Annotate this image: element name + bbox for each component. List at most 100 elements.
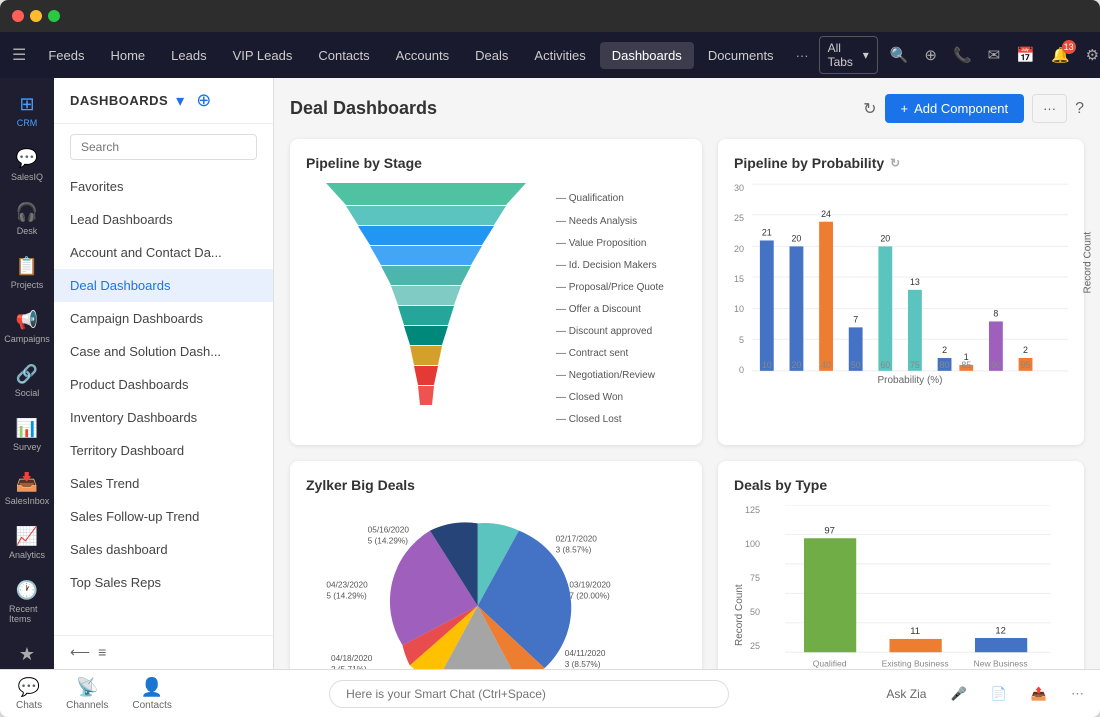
deals-type-chart: Record Count 1251007550250 bbox=[734, 505, 1068, 669]
svg-text:7 (20.00%): 7 (20.00%) bbox=[569, 592, 610, 601]
add-component-button[interactable]: + Add Component bbox=[885, 94, 1025, 123]
search-button[interactable]: 🔍 bbox=[886, 42, 913, 68]
search-input[interactable] bbox=[70, 134, 257, 160]
nav-deals[interactable]: Deals bbox=[463, 42, 520, 69]
nav-sidebar-header: DASHBOARDS ▾ ⊕ bbox=[54, 78, 273, 124]
channels-icon: 📡 bbox=[76, 677, 98, 698]
all-tabs-button[interactable]: All Tabs ▾ bbox=[819, 36, 878, 74]
add-button[interactable]: ⊕ bbox=[920, 42, 941, 68]
sidebar-item-campaigns[interactable]: 📢 Campaigns bbox=[3, 302, 51, 352]
deals-by-type-title: Deals by Type bbox=[734, 477, 1068, 493]
nav-sidebar-inventory[interactable]: Inventory Dashboards bbox=[54, 401, 273, 434]
calendar-button[interactable]: 📅 bbox=[1012, 42, 1039, 68]
smart-chat-input[interactable] bbox=[329, 680, 729, 708]
nav-sidebar-territory[interactable]: Territory Dashboard bbox=[54, 434, 273, 467]
list-view-icon[interactable]: ≡ bbox=[98, 644, 106, 661]
sidebar-item-projects[interactable]: 📋 Projects bbox=[3, 248, 51, 298]
nav-documents[interactable]: Documents bbox=[696, 42, 786, 69]
dashboard-grid: Pipeline by Stage bbox=[290, 139, 1084, 669]
svg-text:04/11/2020: 04/11/2020 bbox=[565, 649, 606, 658]
funnel-labels: — Qualification — Needs Analysis — Value… bbox=[554, 183, 664, 429]
nav-leads[interactable]: Leads bbox=[159, 42, 218, 69]
mic-icon[interactable]: 🎤 bbox=[950, 686, 966, 702]
nav-sidebar-account-contact[interactable]: Account and Contact Da... bbox=[54, 236, 273, 269]
sidebar-item-salesiq[interactable]: 💬 SalesIQ bbox=[3, 140, 51, 190]
smart-chat-area bbox=[196, 680, 863, 708]
notification-button[interactable]: 🔔 13 bbox=[1047, 42, 1074, 68]
nav-sidebar-sales-dashboard[interactable]: Sales dashboard bbox=[54, 533, 273, 566]
nav-home[interactable]: Home bbox=[98, 42, 157, 69]
mail-button[interactable]: ✉ bbox=[984, 42, 1005, 68]
close-button[interactable] bbox=[12, 10, 24, 22]
ask-zia[interactable]: Ask Zia bbox=[886, 687, 926, 701]
nav-contacts[interactable]: Contacts bbox=[306, 42, 381, 69]
sidebar-item-analytics[interactable]: 📈 Analytics bbox=[3, 518, 51, 568]
new-dashboard-button[interactable]: ⊕ bbox=[196, 90, 211, 111]
probability-bar-chart: 302520151050 bbox=[734, 183, 1068, 403]
nav-sidebar-lead-dashboards[interactable]: Lead Dashboards bbox=[54, 203, 273, 236]
send-icon[interactable]: 📤 bbox=[1031, 686, 1047, 702]
bottom-tab-channels[interactable]: 📡 Channels bbox=[66, 677, 108, 711]
svg-text:02/17/2020: 02/17/2020 bbox=[556, 535, 598, 544]
sidebar-item-desk[interactable]: 🎧 Desk bbox=[3, 194, 51, 244]
minimize-button[interactable] bbox=[30, 10, 42, 22]
add-dashboard-button[interactable]: ▾ bbox=[176, 91, 184, 111]
nav-accounts[interactable]: Accounts bbox=[384, 42, 461, 69]
more-nav-icon[interactable]: ··· bbox=[788, 42, 817, 69]
pipeline-by-stage-title: Pipeline by Stage bbox=[306, 155, 686, 171]
phone-button[interactable]: 📞 bbox=[949, 42, 976, 68]
nav-sidebar-top-sales-reps[interactable]: Top Sales Reps bbox=[54, 566, 273, 599]
sidebar-item-survey[interactable]: 📊 Survey bbox=[3, 410, 51, 460]
survey-icon: 📊 bbox=[16, 418, 38, 439]
bottom-tab-contacts[interactable]: 👤 Contacts bbox=[132, 677, 171, 711]
more-options-button[interactable]: ··· bbox=[1032, 94, 1067, 123]
y-axis-label-type: Record Count bbox=[734, 505, 745, 669]
sidebar-item-salesinbox[interactable]: 📥 SalesInbox bbox=[3, 464, 51, 514]
crm-icon: ⊞ bbox=[19, 94, 34, 115]
funnel-label-closed-lost: — Closed Lost bbox=[554, 409, 664, 429]
page-title: Deal Dashboards bbox=[290, 98, 863, 119]
settings-button[interactable]: ⚙ bbox=[1082, 42, 1100, 68]
svg-text:5 (14.29%): 5 (14.29%) bbox=[368, 537, 409, 546]
nav-activities[interactable]: Activities bbox=[522, 42, 597, 69]
bottom-tab-chats[interactable]: 💬 Chats bbox=[16, 677, 42, 711]
svg-text:3 (8.57%): 3 (8.57%) bbox=[565, 660, 601, 669]
refresh-icon[interactable]: ↻ bbox=[863, 99, 876, 119]
funnel-label-value: — Value Proposition bbox=[554, 233, 664, 253]
collapse-icon[interactable]: ⟵ bbox=[70, 644, 90, 661]
sidebar-item-social[interactable]: 🔗 Social bbox=[3, 356, 51, 406]
nav-sidebar-deal-dashboards[interactable]: Deal Dashboards bbox=[54, 269, 273, 302]
funnel-label-discount-approved: — Discount approved bbox=[554, 321, 664, 341]
y-axis: 302520151050 bbox=[734, 183, 752, 403]
funnel-label-negotiation: — Negotiation/Review bbox=[554, 365, 664, 385]
help-icon[interactable]: ? bbox=[1075, 100, 1084, 118]
nav-sidebar-favorites[interactable]: Favorites bbox=[54, 170, 273, 203]
navbar-right: All Tabs ▾ 🔍 ⊕ 📞 ✉ 📅 🔔 13 ⚙ bbox=[819, 36, 1100, 74]
sidebar-item-recent[interactable]: 🕐 Recent Items bbox=[3, 572, 51, 632]
nav-sidebar-campaign[interactable]: Campaign Dashboards bbox=[54, 302, 273, 335]
nav-feeds[interactable]: Feeds bbox=[36, 42, 96, 69]
nav-sidebar-product[interactable]: Product Dashboards bbox=[54, 368, 273, 401]
hamburger-icon[interactable]: ☰ bbox=[12, 45, 26, 65]
nav-sidebar-sales-trend[interactable]: Sales Trend bbox=[54, 467, 273, 500]
desk-icon: 🎧 bbox=[16, 202, 38, 223]
maximize-button[interactable] bbox=[48, 10, 60, 22]
svg-text:8: 8 bbox=[993, 309, 998, 319]
titlebar bbox=[0, 0, 1100, 32]
salesinbox-icon: 📥 bbox=[16, 472, 38, 493]
svg-text:13: 13 bbox=[910, 277, 920, 287]
nav-sidebar-case-solution[interactable]: Case and Solution Dash... bbox=[54, 335, 273, 368]
nav-sidebar-sales-followup[interactable]: Sales Follow-up Trend bbox=[54, 500, 273, 533]
more-bottom-icon[interactable]: ⋯ bbox=[1071, 686, 1084, 702]
refresh-prob-icon[interactable]: ↻ bbox=[890, 156, 900, 170]
svg-text:Existing Business: Existing Business bbox=[882, 659, 949, 669]
svg-text:50: 50 bbox=[851, 360, 861, 370]
svg-text:03/19/2020: 03/19/2020 bbox=[569, 581, 611, 590]
nav-dashboards[interactable]: Dashboards bbox=[600, 42, 694, 69]
sidebar-item-crm[interactable]: ⊞ CRM bbox=[3, 86, 51, 136]
file-icon[interactable]: 📄 bbox=[991, 686, 1007, 702]
nav-vip-leads[interactable]: VIP Leads bbox=[221, 42, 305, 69]
svg-text:90: 90 bbox=[991, 360, 1001, 370]
sidebar-item-favorites[interactable]: ★ Favorites bbox=[3, 636, 51, 669]
svg-text:24: 24 bbox=[821, 209, 831, 219]
